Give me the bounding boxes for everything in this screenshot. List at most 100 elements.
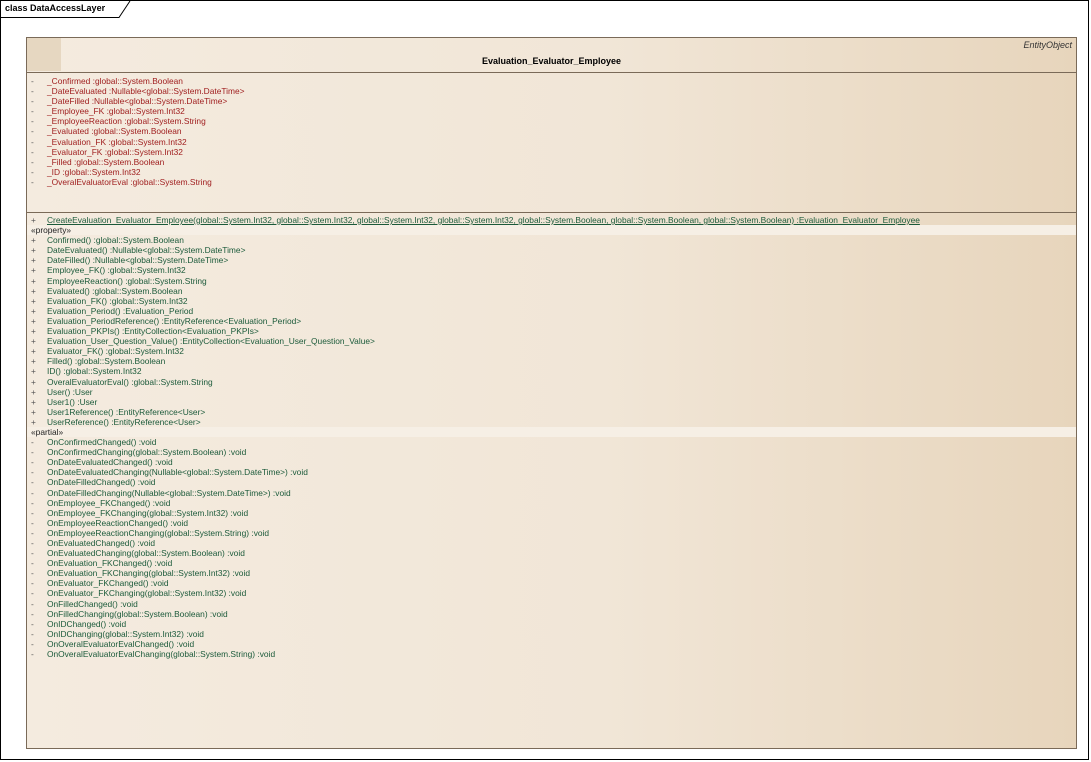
property-row[interactable]: + User1() :User [27, 397, 1076, 407]
attribute-row[interactable]: - _ID :global::System.Int32 [27, 167, 1076, 177]
partial-method-row[interactable]: - OnIDChanging(global::System.Int32) :voi… [27, 629, 1076, 639]
partial-method-row[interactable]: - OnEmployee_FKChanging(global::System.In… [27, 508, 1076, 518]
attribute-row[interactable]: - _Employee_FK :global::System.Int32 [27, 106, 1076, 116]
visibility-marker: - [31, 447, 34, 458]
partial-method-row[interactable]: - OnDateFilledChanging(Nullable<global::S… [27, 488, 1076, 498]
visibility-marker: + [31, 275, 36, 286]
property-row-text: Evaluation_PeriodReference() :EntityRefe… [47, 315, 302, 326]
partial-method-row-text: OnDateFilledChanged() :void [47, 477, 156, 488]
property-row[interactable]: + Evaluation_FK() :global::System.Int32 [27, 296, 1076, 306]
attribute-row-text: _EmployeeReaction :global::System.String [47, 116, 206, 127]
partial-method-row-text: OnEvaluator_FKChanging(global::System.In… [47, 588, 247, 599]
partial-method-row[interactable]: - OnEmployee_FKChanged() :void [27, 498, 1076, 508]
visibility-marker: - [31, 76, 34, 86]
attribute-row-text: _DateFilled :Nullable<global::System.Dat… [47, 96, 228, 107]
visibility-marker: + [31, 245, 36, 256]
attribute-row[interactable]: - _OveralEvaluatorEval :global::System.St… [27, 177, 1076, 187]
property-row[interactable]: + ID() :global::System.Int32 [27, 366, 1076, 376]
operation-signature: CreateEvaluation_Evaluator_Employee(glob… [47, 215, 920, 225]
visibility-marker: + [31, 255, 36, 266]
attribute-row-text: _Confirmed :global::System.Boolean [47, 76, 183, 86]
attribute-row[interactable]: - _EmployeeReaction :global::System.Strin… [27, 116, 1076, 126]
class-box[interactable]: EntityObject Evaluation_Evaluator_Employ… [26, 37, 1077, 749]
visibility-marker: - [31, 146, 34, 157]
partial-method-row[interactable]: - OnOveralEvaluatorEvalChanging(global::S… [27, 649, 1076, 659]
partial-method-row[interactable]: - OnEvaluation_FKChanging(global::System.… [27, 568, 1076, 578]
partial-method-row-text: OnDateFilledChanging(Nullable<global::Sy… [47, 487, 291, 498]
property-row-text: User1() :User [47, 396, 98, 407]
partial-method-row-text: OnIDChanged() :void [47, 618, 127, 629]
partial-method-row[interactable]: - OnIDChanged() :void [27, 619, 1076, 629]
property-row-text: Evaluator_FK() :global::System.Int32 [47, 346, 184, 357]
partial-list: - OnConfirmedChanged() :void - OnConfirmedC… [27, 437, 1076, 659]
attribute-row[interactable]: - _Evaluated :global::System.Boolean [27, 126, 1076, 136]
property-row[interactable]: + Evaluation_User_Question_Value() :Entit… [27, 336, 1076, 346]
property-row-text: DateFilled() :Nullable<global::System.Da… [47, 255, 229, 266]
property-row[interactable]: + User() :User [27, 387, 1076, 397]
visibility-marker: + [31, 265, 36, 276]
property-row[interactable]: + DateFilled() :Nullable<global::System.D… [27, 255, 1076, 265]
operations-compartment: + CreateEvaluation_Evaluator_Employee(gl… [27, 213, 1076, 659]
visibility-marker: - [31, 96, 34, 107]
visibility-marker: - [31, 86, 34, 97]
partial-method-row[interactable]: - OnFilledChanged() :void [27, 599, 1076, 609]
property-row[interactable]: + OveralEvaluatorEval() :global::System.S… [27, 377, 1076, 387]
visibility-marker: - [31, 126, 34, 137]
visibility-marker: - [31, 568, 34, 579]
partial-method-row[interactable]: - OnDateEvaluatedChanged() :void [27, 457, 1076, 467]
partial-method-row[interactable]: - OnEvaluatedChanging(global::System.Bool… [27, 548, 1076, 558]
property-row[interactable]: + Evaluation_Period() :Evaluation_Period [27, 306, 1076, 316]
visibility-marker: - [31, 527, 34, 538]
attribute-row-text: _Evaluation_FK :global::System.Int32 [47, 136, 187, 147]
diagram-frame: class DataAccessLayer EntityObject Evalu… [0, 0, 1089, 760]
property-row[interactable]: + UserReference() :EntityReference<User> [27, 417, 1076, 427]
attribute-row-text: _Employee_FK :global::System.Int32 [47, 106, 185, 117]
property-row[interactable]: + User1Reference() :EntityReference<User> [27, 407, 1076, 417]
partial-method-row-text: OnEmployee_FKChanged() :void [47, 497, 171, 508]
visibility-marker: - [31, 136, 34, 147]
visibility-marker: - [31, 517, 34, 528]
partial-method-row-text: OnEvaluation_FKChanged() :void [47, 558, 173, 569]
visibility-marker: - [31, 106, 34, 117]
property-row[interactable]: + Evaluator_FK() :global::System.Int32 [27, 346, 1076, 356]
property-row[interactable]: + Evaluation_PeriodReference() :EntityRef… [27, 316, 1076, 326]
visibility-marker: - [31, 578, 34, 589]
visibility-marker: + [31, 215, 36, 225]
property-row[interactable]: + Confirmed() :global::System.Boolean [27, 235, 1076, 245]
partial-method-row[interactable]: - OnEmployeeReactionChanged() :void [27, 518, 1076, 528]
property-row[interactable]: + DateEvaluated() :Nullable<global::Syste… [27, 245, 1076, 255]
property-row[interactable]: + Employee_FK() :global::System.Int32 [27, 265, 1076, 275]
partial-method-row-text: OnEvaluation_FKChanging(global::System.I… [47, 568, 250, 579]
partial-method-row[interactable]: - OnEvaluatedChanged() :void [27, 538, 1076, 548]
attribute-row-text: _Filled :global::System.Boolean [47, 156, 165, 167]
property-row[interactable]: + EmployeeReaction() :global::System.Stri… [27, 276, 1076, 286]
partial-method-row-text: OnEmployeeReactionChanging(global::Syste… [47, 527, 270, 538]
attribute-row[interactable]: - _Evaluation_FK :global::System.Int32 [27, 137, 1076, 147]
attribute-row[interactable]: - _Confirmed :global::System.Boolean [27, 76, 1076, 86]
property-row[interactable]: + Evaluation_PKPIs() :EntityCollection<Ev… [27, 326, 1076, 336]
property-row[interactable]: + Filled() :global::System.Boolean [27, 356, 1076, 366]
property-row-text: UserReference() :EntityReference<User> [47, 416, 201, 427]
class-header-shade [27, 38, 61, 71]
partial-method-row[interactable]: - OnFilledChanging(global::System.Boolean… [27, 609, 1076, 619]
visibility-marker: - [31, 598, 34, 609]
visibility-marker: + [31, 235, 36, 246]
static-operation[interactable]: + CreateEvaluation_Evaluator_Employee(gl… [27, 215, 1076, 225]
attribute-row[interactable]: - _DateEvaluated :Nullable<global::System… [27, 86, 1076, 96]
partial-method-row[interactable]: - OnDateEvaluatedChanging(Nullable<global… [27, 467, 1076, 477]
attribute-row[interactable]: - _Filled :global::System.Boolean [27, 157, 1076, 167]
partial-method-row[interactable]: - OnOveralEvaluatorEvalChanged() :void [27, 639, 1076, 649]
partial-method-row[interactable]: - OnConfirmedChanging(global::System.Bool… [27, 447, 1076, 457]
partial-method-row[interactable]: - OnEvaluator_FKChanging(global::System.I… [27, 588, 1076, 598]
attribute-row-text: _ID :global::System.Int32 [47, 166, 141, 177]
property-row[interactable]: + Evaluated() :global::System.Boolean [27, 286, 1076, 296]
visibility-marker: - [31, 457, 34, 468]
partial-method-row[interactable]: - OnConfirmedChanged() :void [27, 437, 1076, 447]
attribute-row[interactable]: - _DateFilled :Nullable<global::System.Da… [27, 96, 1076, 106]
partial-method-row[interactable]: - OnEvaluator_FKChanged() :void [27, 578, 1076, 588]
attribute-row[interactable]: - _Evaluator_FK :global::System.Int32 [27, 147, 1076, 157]
partial-method-row[interactable]: - OnDateFilledChanged() :void [27, 477, 1076, 487]
partial-method-row[interactable]: - OnEmployeeReactionChanging(global::Syst… [27, 528, 1076, 538]
partial-method-row[interactable]: - OnEvaluation_FKChanged() :void [27, 558, 1076, 568]
attribute-row-text: _Evaluator_FK :global::System.Int32 [47, 146, 183, 157]
